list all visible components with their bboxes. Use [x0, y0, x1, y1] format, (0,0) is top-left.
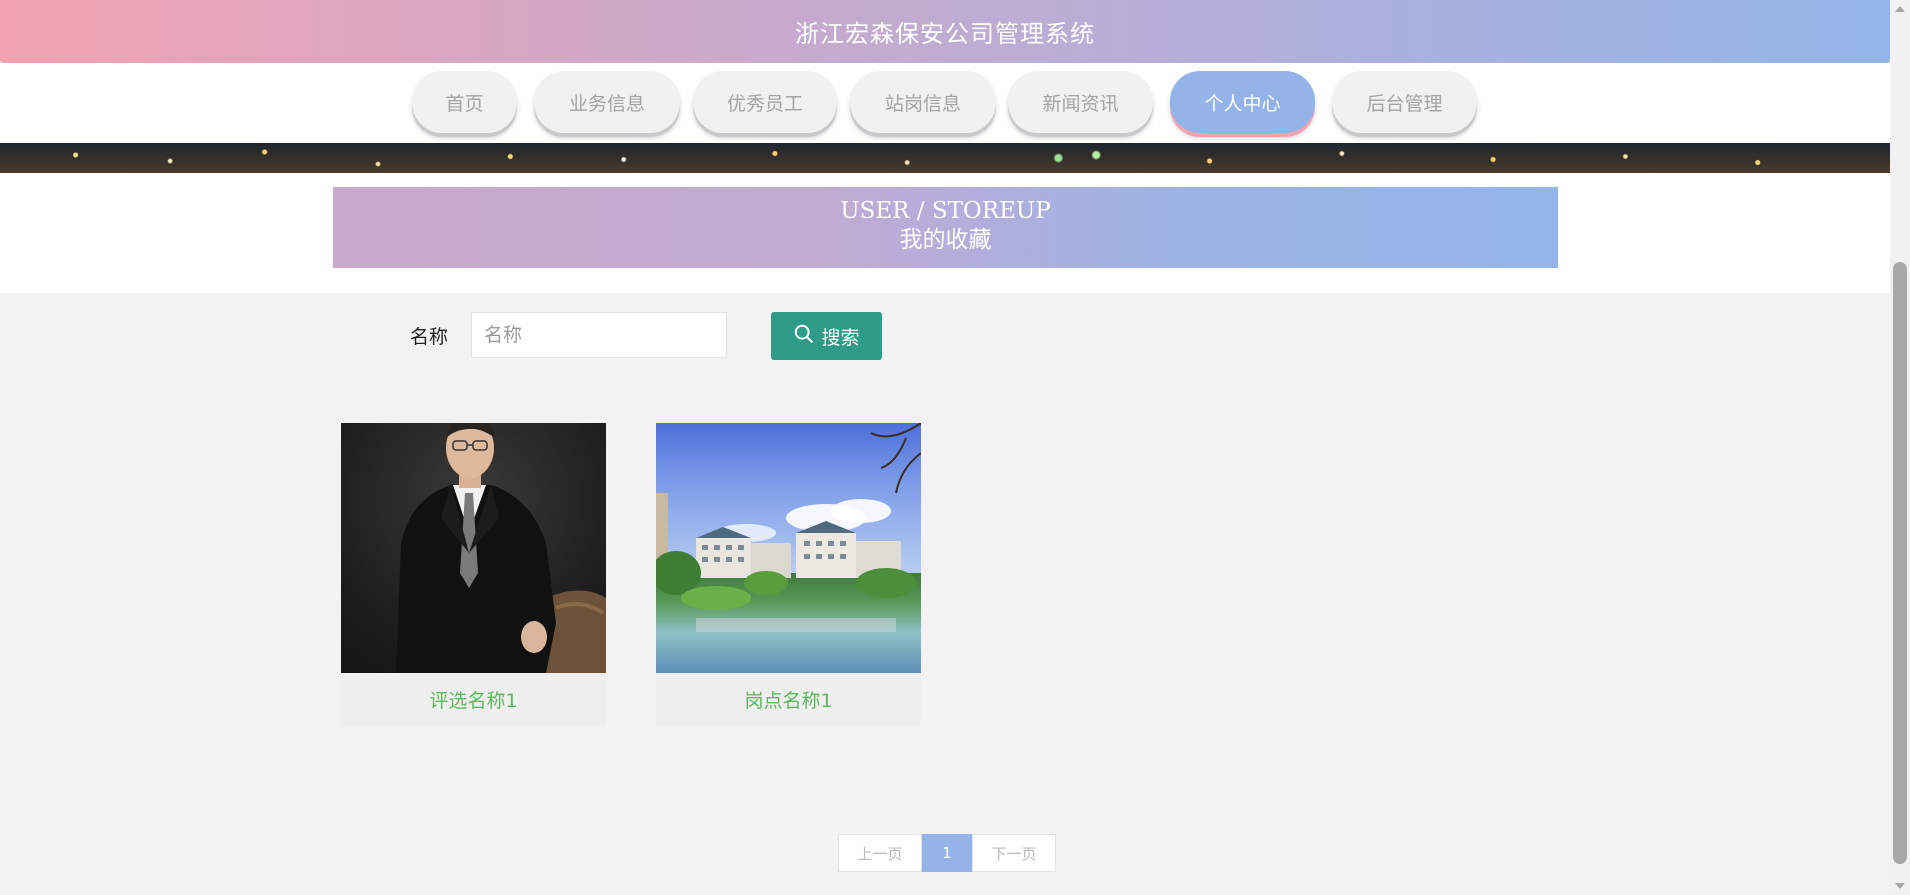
nav-item-employees[interactable]: 优秀员工 — [693, 71, 837, 133]
favorite-card[interactable]: 岗点名称1 — [656, 423, 921, 726]
search-input[interactable] — [471, 312, 727, 358]
section-title-en: USER / STOREUP — [840, 198, 1051, 224]
nav-item-business[interactable]: 业务信息 — [534, 71, 680, 133]
nav-item-personal-center[interactable]: 个人中心 — [1170, 71, 1315, 133]
city-banner-image — [0, 143, 1890, 173]
residential-lake-photo — [656, 423, 921, 673]
search-button-label: 搜索 — [821, 326, 860, 349]
nav-item-posts[interactable]: 站岗信息 — [850, 71, 996, 133]
next-page-button[interactable]: 下一页 — [972, 834, 1056, 872]
search-button[interactable]: 搜索 — [771, 312, 882, 360]
nav-item-home[interactable]: 首页 — [412, 71, 517, 133]
prev-page-button[interactable]: 上一页 — [838, 834, 922, 872]
site-title: 浙江宏森保安公司管理系统 — [795, 20, 1095, 48]
scroll-down-arrow-icon[interactable] — [1895, 883, 1905, 889]
man-in-suit-photo — [341, 423, 606, 673]
pagination: 上一页 1 下一页 — [838, 834, 1056, 872]
vertical-scrollbar[interactable] — [1890, 0, 1910, 895]
scrollbar-thumb[interactable] — [1893, 262, 1907, 864]
header-bar: 浙江宏森保安公司管理系统 — [0, 0, 1890, 63]
search-icon — [793, 323, 815, 350]
nav-item-news[interactable]: 新闻资讯 — [1008, 71, 1153, 133]
card-title: 岗点名称1 — [744, 690, 833, 712]
section-title-cn: 我的收藏 — [899, 227, 992, 253]
nav-item-admin[interactable]: 后台管理 — [1332, 71, 1477, 133]
main-nav: 首页 业务信息 优秀员工 站岗信息 新闻资讯 个人中心 后台管理 — [0, 71, 1890, 133]
search-label: 名称 — [410, 326, 449, 348]
section-title: USER / STOREUP 我的收藏 — [333, 187, 1558, 268]
favorite-card[interactable]: 评选名称1 — [341, 423, 606, 726]
scroll-up-arrow-icon[interactable] — [1895, 6, 1905, 12]
card-title: 评选名称1 — [429, 690, 518, 712]
current-page-button[interactable]: 1 — [922, 834, 972, 872]
